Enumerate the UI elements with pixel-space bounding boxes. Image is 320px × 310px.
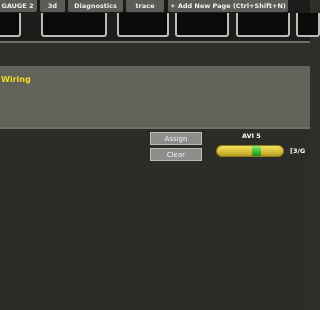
wiring-title: Wiring bbox=[1, 75, 31, 84]
tab-gauge-2[interactable]: GAUGE 2 bbox=[0, 0, 37, 12]
clear-button[interactable]: Clear bbox=[150, 148, 202, 161]
tab-trace[interactable]: trace bbox=[126, 0, 164, 12]
tab-diagnostics[interactable]: Diagnostics bbox=[68, 0, 123, 12]
page-thumbnail[interactable] bbox=[0, 13, 21, 37]
assign-button[interactable]: Assign bbox=[150, 132, 202, 145]
page-thumbnail[interactable] bbox=[175, 13, 229, 37]
page-thumbnail[interactable] bbox=[236, 13, 290, 37]
wiring-panel bbox=[0, 66, 310, 128]
page-thumbnail[interactable] bbox=[41, 13, 107, 37]
page-thumbnail[interactable] bbox=[296, 13, 320, 37]
channel-level-indicator bbox=[252, 146, 261, 156]
section-divider bbox=[0, 127, 310, 129]
page-tab-bar: GAUGE 2 3d Diagnostics trace + Add New P… bbox=[0, 0, 310, 13]
tab-3d[interactable]: 3d bbox=[40, 0, 65, 12]
add-new-page-tab[interactable]: + Add New Page (Ctrl+Shift+N) bbox=[168, 0, 288, 12]
channel-name: AVI 5 bbox=[242, 132, 261, 140]
page-thumbnail[interactable] bbox=[117, 13, 169, 37]
channel-level-bar bbox=[216, 145, 284, 157]
page-thumbnail-strip bbox=[0, 13, 320, 41]
header-divider bbox=[0, 41, 310, 43]
channel-value: [3/G bbox=[290, 147, 306, 155]
